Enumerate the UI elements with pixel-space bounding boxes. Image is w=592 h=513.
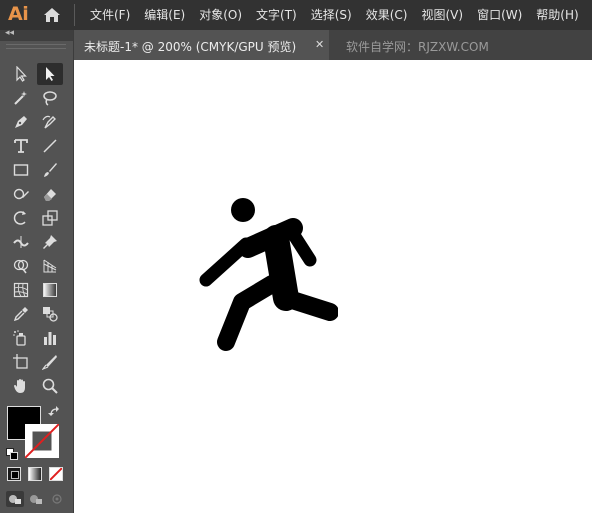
menu-object[interactable]: 对象(O) <box>192 0 249 30</box>
shape-builder-tool-icon[interactable] <box>8 255 34 277</box>
menu-view[interactable]: 视图(V) <box>414 0 470 30</box>
panel-grip[interactable] <box>6 44 66 49</box>
draw-normal-button[interactable] <box>6 491 24 507</box>
artboard-canvas[interactable] <box>74 60 592 513</box>
shaper-tool-icon[interactable] <box>8 183 34 205</box>
stroke-swatch[interactable] <box>25 424 59 458</box>
selection-tool-icon[interactable] <box>8 63 34 85</box>
symbol-sprayer-tool-icon[interactable] <box>8 327 34 349</box>
tools-panel-header[interactable]: ◂◂ <box>0 28 73 41</box>
document-tab-strip: 未标题-1* @ 200% (CMYK/GPU 预览) ✕ 软件自学网：RJZX… <box>74 30 592 60</box>
tab-active-document[interactable]: 未标题-1* @ 200% (CMYK/GPU 预览) ✕ <box>74 30 329 60</box>
color-mode-button[interactable] <box>7 467 21 481</box>
perspective-grid-tool-icon[interactable] <box>37 255 63 277</box>
draw-inside-button[interactable] <box>48 491 66 507</box>
menu-window[interactable]: 窗口(W) <box>470 0 529 30</box>
menu-edit[interactable]: 编辑(E) <box>137 0 192 30</box>
rotate-tool-icon[interactable] <box>8 207 34 229</box>
draw-behind-button[interactable] <box>27 491 45 507</box>
home-icon[interactable] <box>42 5 62 25</box>
zoom-tool-icon[interactable] <box>37 375 63 397</box>
tab-title: 未标题-1* @ 200% (CMYK/GPU 预览) <box>84 40 297 54</box>
default-fill-stroke-icon[interactable] <box>6 445 18 460</box>
running-man-icon[interactable] <box>198 188 339 356</box>
tab-close-icon[interactable]: ✕ <box>315 38 324 51</box>
menu-effect[interactable]: 效果(C) <box>359 0 415 30</box>
eyedropper-tool-icon[interactable] <box>8 303 34 325</box>
width-tool-icon[interactable] <box>8 231 34 253</box>
line-segment-tool-icon[interactable] <box>37 135 63 157</box>
lasso-tool-icon[interactable] <box>37 87 63 109</box>
type-tool-icon[interactable] <box>8 135 34 157</box>
menu-type[interactable]: 文字(T) <box>249 0 304 30</box>
swap-fill-stroke-icon[interactable] <box>48 404 62 418</box>
menu-file[interactable]: 文件(F) <box>80 0 137 30</box>
artboard-tool-icon[interactable] <box>8 351 34 373</box>
paintbrush-tool-icon[interactable] <box>37 159 63 181</box>
curvature-tool-icon[interactable] <box>37 111 63 133</box>
gradient-mode-button[interactable] <box>28 467 42 481</box>
gradient-tool-icon[interactable] <box>37 279 63 301</box>
rectangle-tool-icon[interactable] <box>8 159 34 181</box>
slice-tool-icon[interactable] <box>37 351 63 373</box>
magic-wand-tool-icon[interactable] <box>8 87 34 109</box>
none-mode-button[interactable] <box>49 467 63 481</box>
hand-tool-icon[interactable] <box>8 375 34 397</box>
mesh-tool-icon[interactable] <box>8 279 34 301</box>
collapse-icon[interactable]: ◂◂ <box>5 28 14 38</box>
tab-inactive-watermark: 软件自学网：RJZXW.COM <box>346 40 489 54</box>
menu-bar: Ai 文件(F) 编辑(E) 对象(O) 文字(T) 选择(S) 效果(C) 视… <box>0 0 592 30</box>
tools-panel: ◂◂ <box>0 28 74 513</box>
app-logo: Ai <box>8 3 29 25</box>
main-menu: 文件(F) 编辑(E) 对象(O) 文字(T) 选择(S) 效果(C) 视图(V… <box>80 0 586 30</box>
menu-select[interactable]: 选择(S) <box>304 0 359 30</box>
pen-tool-icon[interactable] <box>8 111 34 133</box>
menu-help[interactable]: 帮助(H) <box>529 0 585 30</box>
column-graph-tool-icon[interactable] <box>37 327 63 349</box>
direct-selection-tool-icon[interactable] <box>37 63 63 85</box>
puppet-warp-tool-icon[interactable] <box>37 231 63 253</box>
scale-tool-icon[interactable] <box>37 207 63 229</box>
blend-tool-icon[interactable] <box>37 303 63 325</box>
eraser-tool-icon[interactable] <box>37 183 63 205</box>
menu-separator <box>74 4 75 26</box>
